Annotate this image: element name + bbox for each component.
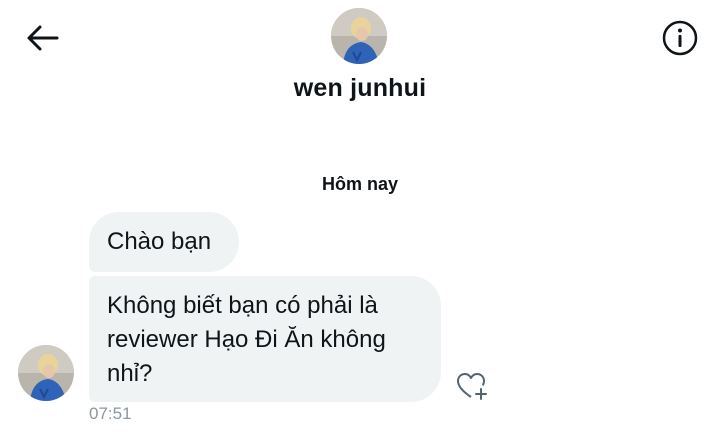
arrow-left-icon (27, 25, 59, 51)
info-circle-icon (662, 20, 698, 56)
contact-name[interactable]: wen junhui (0, 74, 720, 103)
message-text: Chào bạn (107, 228, 212, 255)
message-bubble[interactable]: Không biết bạn có phải là reviewer Hạo Đ… (89, 276, 441, 402)
heart-plus-icon (457, 373, 487, 400)
message-text: Không biết bạn có phải là reviewer Hạo Đ… (107, 292, 386, 387)
message-timestamp: 07:51 (89, 404, 132, 423)
add-reaction-button[interactable] (455, 370, 489, 402)
message-bubble[interactable]: Chào bạn (89, 212, 239, 272)
conversation-info-button[interactable] (660, 18, 700, 58)
contact-avatar[interactable] (331, 8, 387, 64)
back-button[interactable] (22, 20, 62, 56)
sender-avatar[interactable] (18, 345, 74, 401)
date-separator: Hôm nay (321, 174, 399, 194)
